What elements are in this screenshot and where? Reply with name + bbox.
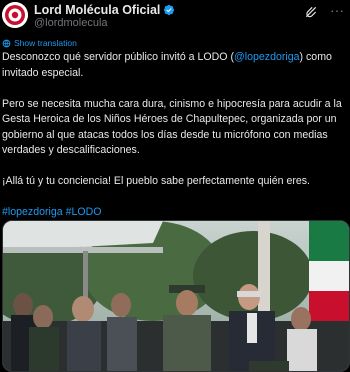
p1-before: Desconozco qué servidor público invitó a… <box>2 51 234 63</box>
post-text: Desconozco qué servidor público invitó a… <box>2 50 346 236</box>
globe-icon <box>2 39 11 47</box>
avatar[interactable] <box>2 2 28 28</box>
more-options-button[interactable]: ··· <box>330 3 344 17</box>
post-paragraph-2: Pero se necesita mucha cara dura, cinism… <box>2 97 342 157</box>
photo-ceremony-image <box>3 221 349 371</box>
mention-link[interactable]: @lopezdoriga <box>234 51 300 63</box>
hashtag-link[interactable]: #lopezdoriga <box>2 206 63 218</box>
show-translation-link[interactable]: Show translation <box>2 38 77 48</box>
hashtag-link[interactable]: #LODO <box>66 206 102 218</box>
post-paragraph-1: Desconozco qué servidor público invitó a… <box>2 50 346 81</box>
name-row: Lord Molécula Oficial <box>34 3 175 17</box>
display-name[interactable]: Lord Molécula Oficial <box>34 3 160 17</box>
show-translation-label: Show translation <box>14 38 77 48</box>
verified-badge-icon <box>164 4 175 16</box>
post-header: Lord Molécula Oficial @lordmolecula ··· <box>2 2 348 30</box>
post-media[interactable] <box>2 220 350 372</box>
post-hashtags: #lopezdoriga #LODO <box>2 205 346 221</box>
post-paragraph-3: ¡Allá tú y tu conciencia! El pueblo sabe… <box>2 175 310 187</box>
avatar-logo-icon <box>2 2 28 28</box>
post: Lord Molécula Oficial @lordmolecula ··· … <box>0 0 350 372</box>
grok-icon[interactable] <box>304 5 318 19</box>
handle[interactable]: @lordmolecula <box>34 17 108 30</box>
